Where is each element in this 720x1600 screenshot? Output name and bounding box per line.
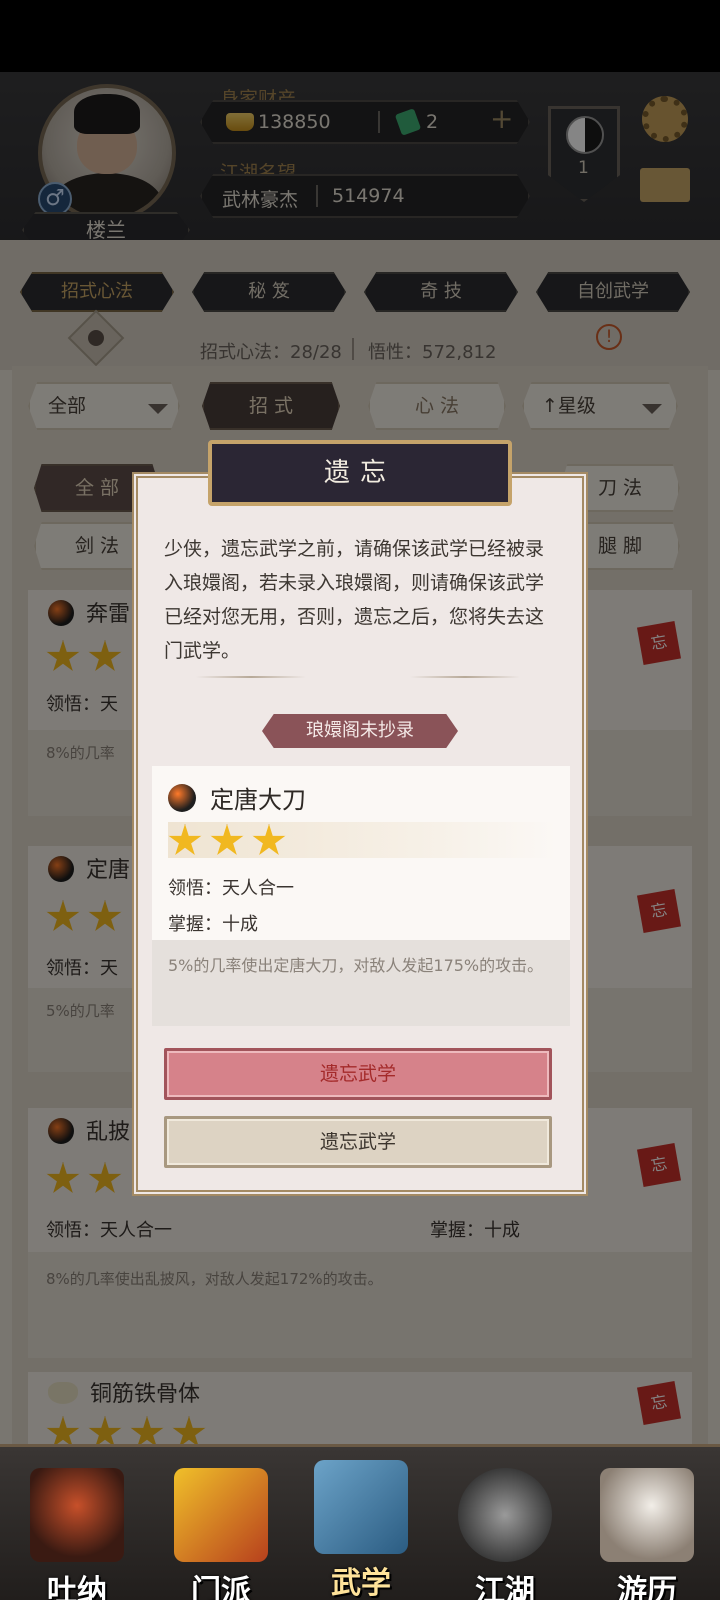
blade-skill-icon xyxy=(168,784,196,812)
dialog-skill-name: 定唐大刀 xyxy=(210,786,306,814)
nav-martial-arts[interactable]: 武学 xyxy=(306,1460,416,1600)
nav-label: 江湖 xyxy=(475,1574,535,1600)
sect-banner-icon xyxy=(174,1468,268,1562)
nav-jianghu[interactable]: 江湖 xyxy=(450,1468,560,1600)
nav-label: 吐纳 xyxy=(47,1574,107,1600)
forget-skill-button[interactable]: 遗忘武学 xyxy=(164,1048,552,1100)
nav-label: 游历 xyxy=(617,1574,677,1600)
dialog-title: 遗忘 xyxy=(208,440,512,506)
forget-skill-button-secondary[interactable]: 遗忘武学 xyxy=(164,1116,552,1168)
scroll-books-icon xyxy=(314,1460,408,1554)
dialog-skill-description: 5%的几率使出定唐大刀，对敌人发起175%的攻击。 xyxy=(168,956,544,975)
nav-breathing[interactable]: 吐纳 xyxy=(22,1468,132,1600)
nav-sect[interactable]: 门派 xyxy=(166,1468,276,1600)
dialog-skill-comprehension: 领悟：天人合一 xyxy=(168,878,294,899)
white-horse-icon xyxy=(600,1468,694,1562)
dialog-skill-mastery: 掌握：十成 xyxy=(168,914,258,935)
nav-label: 门派 xyxy=(191,1574,251,1600)
nav-travel[interactable]: 游历 xyxy=(592,1468,702,1600)
bamboo-hat-icon xyxy=(458,1468,552,1562)
ornament-divider xyxy=(196,676,306,678)
incense-burner-icon xyxy=(30,1468,124,1562)
status-bar xyxy=(0,0,720,72)
not-archived-ribbon: 琅嬛阁未抄录 xyxy=(262,714,458,748)
dialog-message: 少侠，遗忘武学之前，请确保该武学已经被录入琅嬛阁，若未录入琅嬛阁，则请确保该武学… xyxy=(164,538,545,662)
ornament-divider xyxy=(410,676,520,678)
nav-label: 武学 xyxy=(331,1566,391,1600)
